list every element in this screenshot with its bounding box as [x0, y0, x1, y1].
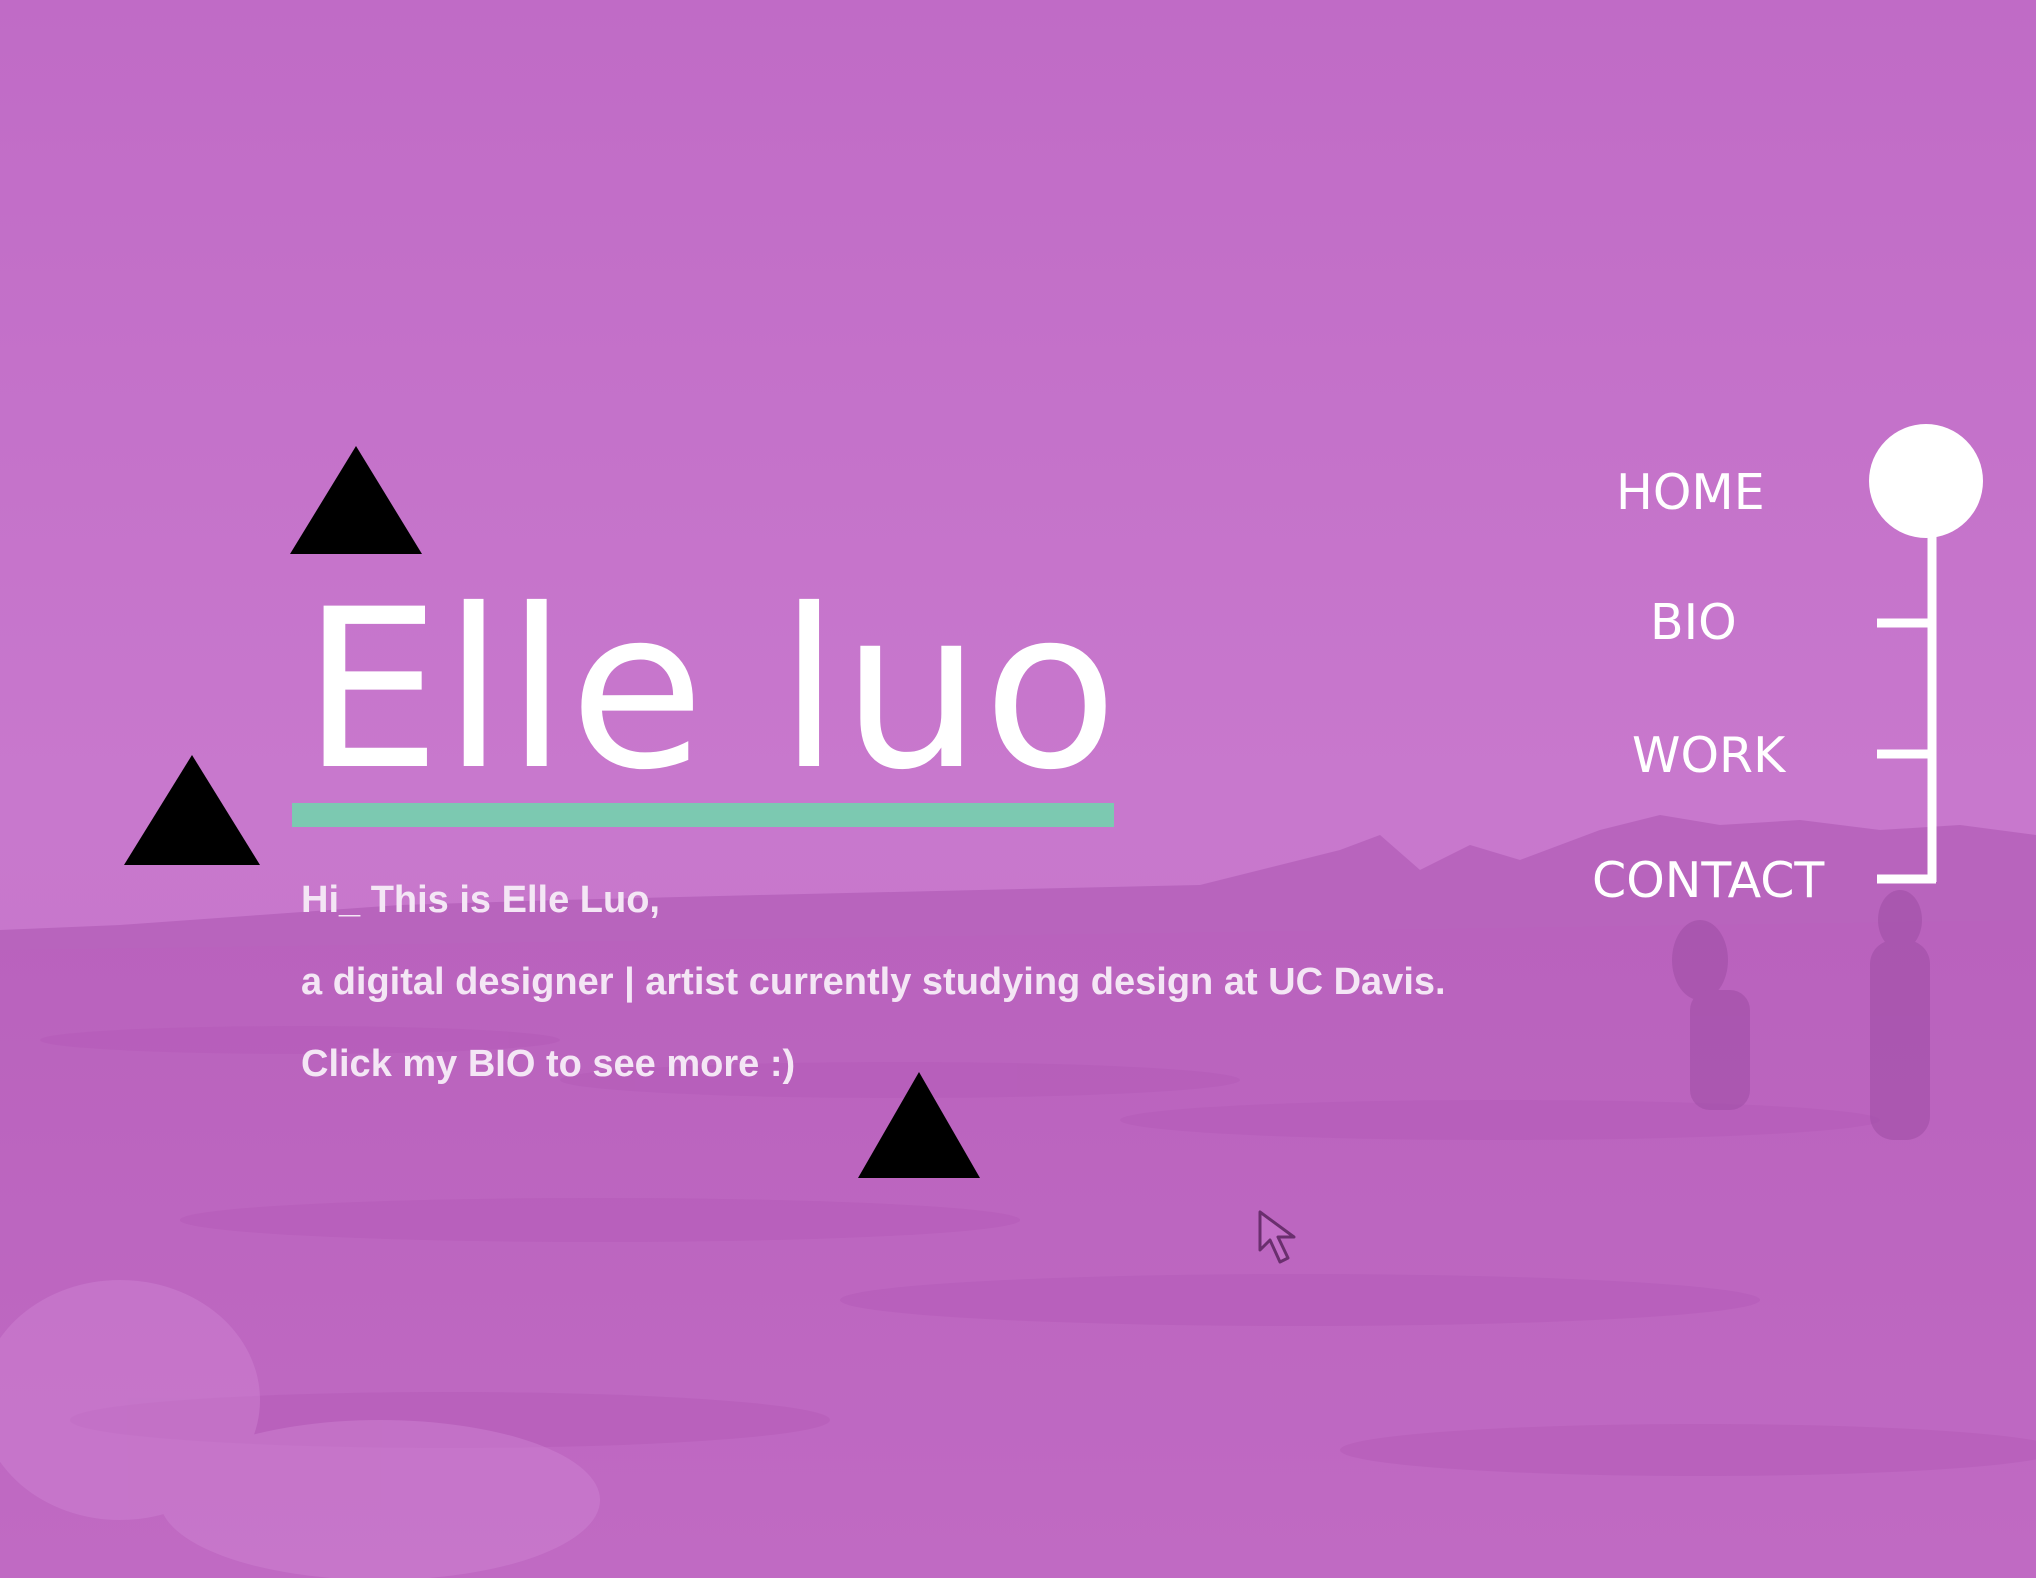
nav-bio-link[interactable]: BIO [1650, 595, 1737, 651]
nav-home-link[interactable]: HOME [1616, 465, 1765, 521]
nav-rail [1860, 420, 2000, 900]
mouse-cursor-icon [1258, 1210, 1322, 1274]
page-title: Elle luo [302, 562, 1120, 818]
circle-icon[interactable] [1869, 424, 1983, 538]
triangle-icon [124, 755, 260, 865]
triangle-icon [290, 446, 422, 554]
intro-text: Hi_ This is Elle Luo, a digital designer… [301, 880, 1446, 1126]
intro-line-description: a digital designer | artist currently st… [301, 961, 1446, 1003]
intro-line-cta: Click my BIO to see more :) [301, 1043, 796, 1085]
intro-line-greeting: Hi_ This is Elle Luo, [301, 879, 660, 921]
title-underline [292, 803, 1114, 827]
nav-contact-link[interactable]: CONTACT [1592, 853, 1824, 909]
nav-work-link[interactable]: WORK [1632, 728, 1785, 784]
